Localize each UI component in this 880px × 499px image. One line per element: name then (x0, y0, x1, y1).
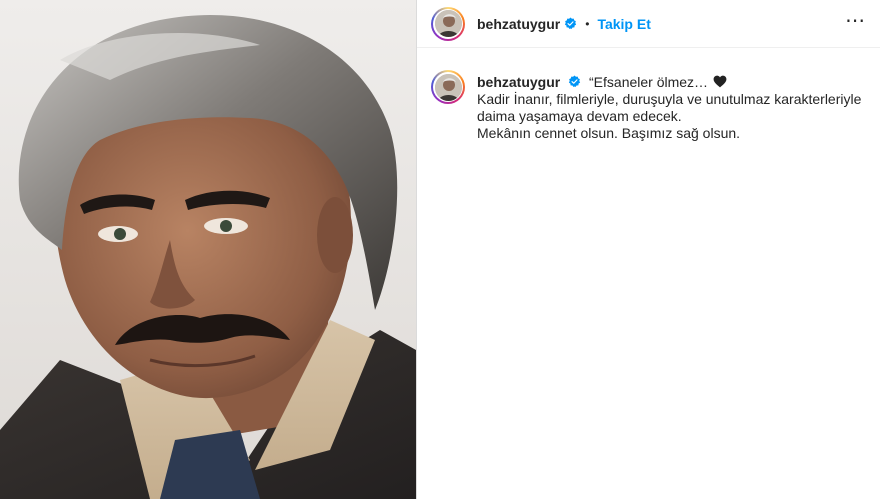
post-caption: behzatuygur “Efsaneler ölmez… Kadir İnan… (417, 48, 880, 142)
post-viewer: behzatuygur • Takip Et ⋯ behzatuygur “Ef… (0, 0, 880, 499)
caption-first-line: behzatuygur “Efsaneler ölmez… (477, 74, 861, 91)
caption-line: Mekânın cennet olsun. Başımız sağ olsun. (477, 125, 741, 141)
caption-text: behzatuygur “Efsaneler ölmez… Kadir İnan… (477, 74, 861, 142)
header-separator: • (585, 16, 590, 31)
follow-button[interactable]: Takip Et (597, 16, 650, 32)
header-username[interactable]: behzatuygur (477, 16, 560, 32)
avatar-photo-icon (434, 10, 462, 37)
caption-username[interactable]: behzatuygur (477, 74, 560, 90)
black-heart-icon (713, 75, 727, 88)
more-options-icon[interactable]: ⋯ (845, 11, 868, 37)
caption-avatar[interactable] (431, 70, 465, 104)
post-header: behzatuygur • Takip Et ⋯ (417, 0, 880, 48)
avatar[interactable] (431, 6, 465, 41)
portrait-illustration (0, 0, 416, 499)
caption-line: Kadir İnanır, filmleriyle, duruşuyla ve … (477, 91, 862, 107)
post-sidebar: behzatuygur • Takip Et ⋯ behzatuygur “Ef… (417, 0, 880, 499)
verified-badge-icon (568, 75, 581, 88)
avatar-photo-icon (434, 73, 462, 101)
caption-line: daima yaşamaya devam edecek. (477, 108, 682, 124)
caption-quote: “Efsaneler ölmez… (589, 74, 709, 90)
verified-badge-icon (565, 17, 577, 30)
post-photo[interactable] (0, 0, 417, 499)
